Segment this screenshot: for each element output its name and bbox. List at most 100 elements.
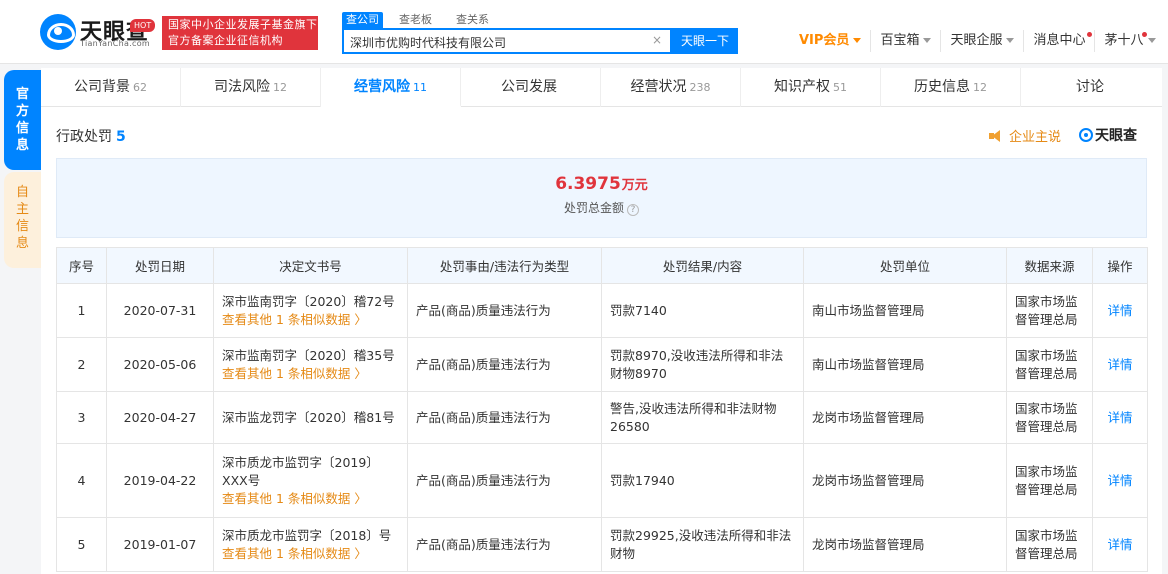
penalty-summary: 6.3975万元 处罚总金额?	[56, 158, 1147, 238]
enterprise-service-menu[interactable]: 天眼企服	[941, 30, 1025, 52]
side-char: 信	[15, 219, 29, 234]
similar-data-link[interactable]: 查看其他 1 条相似数据 〉	[222, 490, 399, 508]
messages-label: 消息中心	[1033, 33, 1086, 48]
detail-link[interactable]: 详情	[1107, 473, 1132, 488]
cell-unit: 龙岗市场监督管理局	[803, 443, 1007, 518]
vip-label: VIP会员	[799, 33, 850, 48]
cell-action: 详情	[1092, 391, 1148, 444]
detail-link[interactable]: 详情	[1107, 303, 1132, 318]
cell-date: 2019-04-22	[106, 443, 214, 518]
chevron-down-icon	[853, 38, 862, 43]
cell-reason: 产品(商品)质量违法行为	[407, 443, 602, 518]
tab-intellectual-property[interactable]: 知识产权 51	[741, 68, 881, 107]
tab-label: 经营状况	[630, 79, 687, 95]
owner-says-link[interactable]: 企业主说	[989, 126, 1061, 145]
section-title: 行政处罚 5	[56, 126, 126, 146]
speaker-icon	[989, 130, 1003, 142]
search-tab-relation[interactable]: 查关系	[452, 12, 493, 28]
search-tab-company[interactable]: 查公司	[342, 12, 383, 28]
doc-number: 深市监南罚字〔2020〕稽72号	[222, 293, 395, 309]
cell-action: 详情	[1092, 337, 1148, 392]
cell-unit: 龙岗市场监督管理局	[803, 517, 1007, 572]
cell-date: 2020-07-31	[106, 283, 214, 338]
detail-link[interactable]: 详情	[1107, 410, 1132, 425]
chevron-down-icon	[923, 38, 932, 43]
cell-unit: 龙岗市场监督管理局	[803, 391, 1007, 444]
tab-history-info[interactable]: 历史信息 12	[881, 68, 1021, 107]
table-row: 3 2020-04-27 深市监龙罚字〔2020〕稽81号 产品(商品)质量违法…	[56, 391, 1148, 444]
tab-judicial-risk[interactable]: 司法风险 12	[181, 68, 321, 107]
main-panel: 公司背景 62 司法风险 12 经营风险 11 公司发展 经营状况 238 知识产权 51…	[41, 68, 1162, 574]
brand-text: 天眼查	[1095, 128, 1137, 144]
table-row: 4 2019-04-22 深市质龙市监罚字〔2019〕XXX号查看其他 1 条相…	[56, 443, 1148, 518]
table-row: 5 2019-01-07 深市质龙市监罚字〔2018〕号 查看其他 1 条相似数据…	[56, 517, 1148, 572]
clear-icon[interactable]: ×	[652, 33, 662, 47]
tab-label: 知识产权	[774, 79, 830, 95]
vip-menu[interactable]: VIP会员	[790, 30, 872, 52]
similar-data-link[interactable]: 查看其他 1 条相似数据 〉	[222, 545, 399, 563]
side-char: 息	[15, 138, 29, 153]
cell-unit: 南山市场监督管理局	[803, 283, 1007, 338]
cell-reason: 产品(商品)质量违法行为	[407, 283, 602, 338]
tab-operation-risk[interactable]: 经营风险 11	[321, 68, 461, 107]
tab-count: 238	[689, 81, 711, 94]
similar-data-link[interactable]: 查看其他 1 条相似数据 〉	[222, 365, 399, 383]
tab-label: 公司背景	[74, 79, 130, 95]
tab-company-development[interactable]: 公司发展	[461, 68, 601, 107]
side-tab-self-info[interactable]: 自 主 信 息	[4, 172, 41, 268]
doc-number: 深市质龙市监罚字〔2018〕号	[222, 527, 392, 543]
tianyancha-logo[interactable]: 天眼查 TianYanCha.com	[40, 12, 158, 52]
section-count: 5	[116, 129, 126, 145]
cell-source: 国家市场监督管理总局	[1006, 443, 1093, 518]
table-header-row: 序号 处罚日期 决定文书号 处罚事由/违法行为类型 处罚结果/内容 处罚单位 数…	[56, 247, 1148, 284]
search-button[interactable]: 天眼一下	[672, 28, 738, 54]
top-nav: VIP会员 百宝箱 天眼企服 消息中心 茅十八	[790, 30, 1165, 52]
side-tab-official-info[interactable]: 官 方 信 息	[4, 70, 41, 170]
similar-data-link[interactable]: 查看其他 1 条相似数据 〉	[222, 311, 399, 329]
col-header-reason: 处罚事由/违法行为类型	[407, 247, 602, 284]
cell-no: 1	[56, 283, 107, 338]
cell-action: 详情	[1092, 443, 1148, 518]
detail-link[interactable]: 详情	[1107, 537, 1132, 552]
cell-no: 2	[56, 337, 107, 392]
col-header-no: 序号	[56, 247, 107, 284]
col-header-action: 操作	[1092, 247, 1148, 284]
tab-business-status[interactable]: 经营状况 238	[601, 68, 741, 107]
hot-badge: HOT	[130, 19, 156, 32]
cell-result: 警告,没收违法所得和非法财物26580	[601, 391, 804, 444]
cell-result: 罚款8970,没收违法所得和非法财物8970	[601, 337, 804, 392]
cell-reason: 产品(商品)质量违法行为	[407, 337, 602, 392]
owner-says-label: 企业主说	[1009, 130, 1062, 145]
table-row: 1 2020-07-31 深市监南罚字〔2020〕稽72号 查看其他 1 条相似数…	[56, 283, 1148, 338]
tab-discussion[interactable]: 讨论	[1021, 68, 1162, 107]
enterprise-label: 天眼企服	[950, 33, 1003, 48]
cell-date: 2019-01-07	[106, 517, 214, 572]
user-menu[interactable]: 茅十八	[1095, 30, 1164, 52]
total-amount-value: 6.3975	[555, 174, 621, 194]
help-icon[interactable]: ?	[627, 204, 639, 216]
tab-label: 公司发展	[501, 79, 557, 95]
side-char: 主	[15, 202, 29, 217]
doc-number: 深市监南罚字〔2020〕稽35号	[222, 347, 395, 363]
doc-number: 深市质龙市监罚字〔2019〕XXX号	[222, 454, 379, 488]
tab-company-background[interactable]: 公司背景 62	[41, 68, 181, 107]
category-tabs: 公司背景 62 司法风险 12 经营风险 11 公司发展 经营状况 238 知识产权 51…	[41, 68, 1162, 107]
baibao-menu[interactable]: 百宝箱	[871, 30, 942, 52]
cell-reason: 产品(商品)质量违法行为	[407, 517, 602, 572]
cell-unit: 南山市场监督管理局	[803, 337, 1007, 392]
username: 茅十八	[1104, 33, 1144, 48]
chevron-down-icon	[1147, 38, 1156, 43]
chevron-down-icon	[1006, 38, 1015, 43]
summary-label-text: 处罚总金额	[563, 201, 624, 215]
col-header-unit: 处罚单位	[803, 247, 1007, 284]
detail-link[interactable]: 详情	[1107, 357, 1132, 372]
cell-no: 4	[56, 443, 107, 518]
tab-count: 12	[273, 81, 287, 94]
search-input[interactable]	[350, 33, 650, 51]
search-tab-boss[interactable]: 查老板	[395, 12, 436, 28]
cell-doc: 深市监南罚字〔2020〕稽72号 查看其他 1 条相似数据 〉	[213, 283, 408, 338]
message-center-link[interactable]: 消息中心	[1024, 30, 1096, 52]
top-header: 天眼查 TianYanCha.com 国家中小企业发展子基金旗下 官方备案企业征…	[0, 0, 1168, 64]
slogan-banner: 国家中小企业发展子基金旗下 官方备案企业征信机构	[162, 16, 318, 50]
cell-no: 3	[56, 391, 107, 444]
